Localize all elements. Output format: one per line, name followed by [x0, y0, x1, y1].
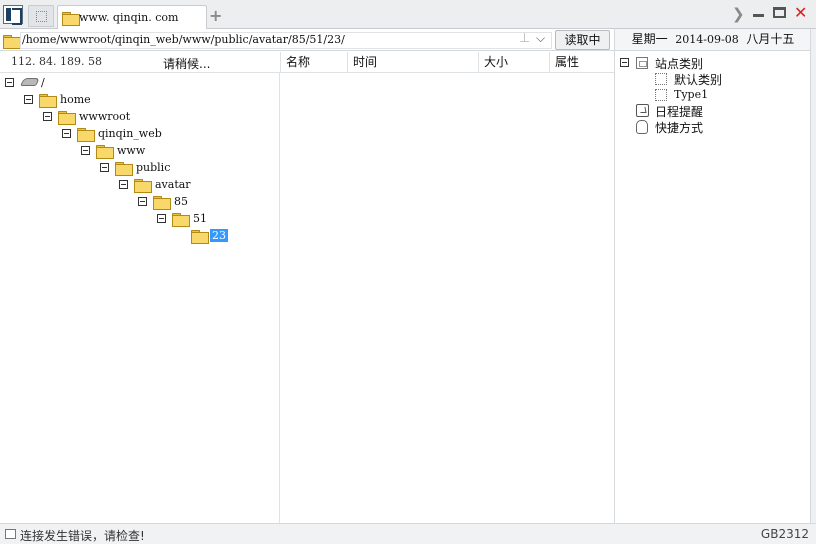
path-input[interactable]: /home/wwwroot/qinqin_web/www/public/avat… — [22, 33, 345, 46]
title-bar: www. qinqin. com + ❯ ✕ — [0, 0, 816, 29]
drive-icon — [20, 78, 40, 86]
folder-icon — [77, 128, 95, 142]
tree-label: 23 — [210, 229, 228, 242]
tree-label: home — [60, 93, 91, 106]
column-name[interactable]: 名称 — [280, 52, 347, 73]
collapse-icon[interactable] — [100, 163, 109, 172]
blank-page-icon — [655, 89, 667, 101]
column-header: 112. 84. 189. 58 请稍候... 名称 时间 大小 属性 — [0, 52, 614, 73]
encoding-indicator[interactable]: GB2312 — [761, 527, 809, 541]
new-tab-button[interactable]: + — [209, 6, 222, 25]
side-panel: 星期一 2014-09-08 八月十五 站点类别 默认类别 Type1 日程提醒… — [614, 29, 811, 523]
schedule-icon — [636, 104, 649, 117]
date: 2014-09-08 — [675, 33, 739, 46]
file-list[interactable] — [281, 73, 614, 523]
tree-label: public — [136, 161, 171, 174]
inactive-tab[interactable] — [28, 5, 54, 27]
collapse-icon[interactable] — [157, 214, 166, 223]
panel-item-label: 快捷方式 — [655, 121, 704, 135]
collapse-icon[interactable] — [24, 95, 33, 104]
read-button[interactable]: 读取中 — [555, 30, 610, 50]
collapse-icon[interactable] — [620, 58, 629, 67]
tree-label: wwwroot — [79, 110, 131, 123]
tree-label: / — [41, 76, 45, 89]
panel-layout-icon[interactable] — [3, 5, 23, 25]
column-size[interactable]: 大小 — [478, 52, 549, 73]
tree-label: avatar — [155, 178, 191, 191]
message-icon — [5, 529, 16, 539]
blank-page-icon — [36, 11, 47, 22]
folder-icon — [134, 179, 152, 193]
column-time[interactable]: 时间 — [347, 52, 478, 73]
collapse-icon[interactable] — [62, 129, 71, 138]
tree-label: qinqin_web — [98, 127, 162, 140]
weekday: 星期一 — [631, 32, 668, 46]
status-message: 连接发生错误，请检查! — [20, 529, 145, 543]
panel-item-label: 站点类别 — [655, 57, 704, 71]
folder-icon — [58, 111, 76, 125]
folder-icon — [39, 94, 57, 108]
tab-label: www. qinqin. com — [79, 11, 179, 24]
column-attributes[interactable]: 属性 — [549, 52, 614, 73]
pin-icon[interactable]: ⊥ — [519, 31, 530, 46]
folder-icon — [62, 12, 80, 26]
category-icon — [636, 57, 648, 69]
close-button[interactable]: ✕ — [794, 3, 807, 22]
tree-label: 85 — [174, 195, 188, 208]
tab-active[interactable]: www. qinqin. com — [57, 5, 207, 29]
panel-item-label: 日程提醒 — [655, 105, 704, 119]
collapse-icon[interactable] — [119, 180, 128, 189]
date-display: 星期一 2014-09-08 八月十五 — [615, 29, 811, 51]
chevron-right-icon[interactable]: ❯ — [732, 5, 745, 23]
maximize-button[interactable] — [773, 7, 786, 18]
chevron-down-icon[interactable]: ⌵ — [536, 31, 545, 46]
folder-icon — [115, 162, 133, 176]
hand-icon — [636, 120, 648, 134]
scrollbar[interactable] — [810, 29, 816, 523]
folder-icon — [3, 35, 21, 49]
collapse-icon[interactable] — [138, 197, 147, 206]
panel-item-label: Type1 — [674, 88, 709, 101]
lunar-date: 八月十五 — [746, 32, 795, 46]
folder-icon — [96, 145, 114, 159]
blank-page-icon — [655, 73, 667, 85]
collapse-icon[interactable] — [43, 112, 52, 121]
ip-address: 112. 84. 189. 58 — [11, 55, 102, 68]
tree-label: www — [117, 144, 146, 157]
folder-open-icon — [191, 230, 209, 244]
tree-label: 51 — [193, 212, 207, 225]
directory-tree: / home wwwroot qinqin_web www public ava… — [0, 73, 280, 523]
address-bar: /home/wwwroot/qinqin_web/www/public/avat… — [0, 29, 614, 51]
collapse-icon[interactable] — [5, 78, 14, 87]
minimize-button[interactable] — [753, 14, 764, 17]
status-bar: 连接发生错误，请检查! GB2312 — [0, 523, 816, 544]
panel-item-label: 默认类别 — [674, 73, 723, 87]
loading-status: 请稍候... — [163, 57, 211, 71]
folder-icon — [153, 196, 171, 210]
collapse-icon[interactable] — [81, 146, 90, 155]
folder-icon — [172, 213, 190, 227]
